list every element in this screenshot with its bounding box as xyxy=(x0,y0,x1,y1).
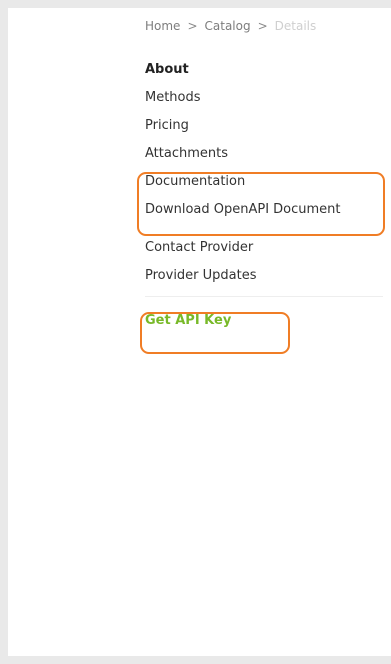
breadcrumb-separator: > xyxy=(257,19,268,33)
breadcrumb-home[interactable]: Home xyxy=(145,19,180,33)
nav-item-pricing[interactable]: Pricing xyxy=(145,112,383,140)
nav-item-attachments[interactable]: Attachments xyxy=(145,140,383,168)
sidebar-menu: About Methods Pricing Attachments Docume… xyxy=(145,56,383,335)
nav-item-methods[interactable]: Methods xyxy=(145,84,383,112)
nav-item-download-openapi[interactable]: Download OpenAPI Document xyxy=(145,196,383,224)
nav-item-about[interactable]: About xyxy=(145,56,383,84)
nav-item-provider-updates[interactable]: Provider Updates xyxy=(145,262,383,290)
nav-item-documentation[interactable]: Documentation xyxy=(145,168,383,196)
breadcrumb-catalog[interactable]: Catalog xyxy=(205,19,251,33)
breadcrumb-details: Details xyxy=(274,19,317,33)
menu-spacer xyxy=(145,224,383,234)
menu-divider xyxy=(145,296,383,297)
breadcrumb: Home > Catalog > Details xyxy=(145,19,316,33)
get-api-key-link[interactable]: Get API Key xyxy=(145,307,383,335)
breadcrumb-separator: > xyxy=(187,19,198,33)
nav-item-contact-provider[interactable]: Contact Provider xyxy=(145,234,383,262)
